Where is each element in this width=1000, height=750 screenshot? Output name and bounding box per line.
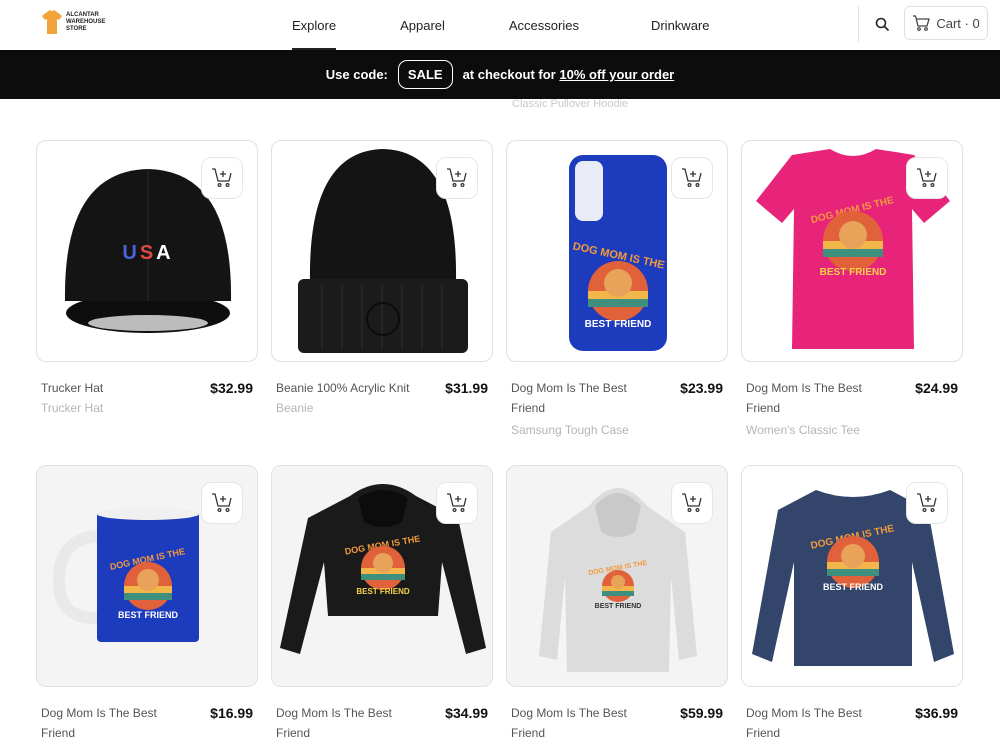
add-to-cart-button[interactable]: [436, 157, 478, 199]
product-title[interactable]: Dog Mom Is The Best Friend: [511, 378, 651, 418]
add-to-cart-icon: [212, 493, 232, 513]
nav-explore[interactable]: Explore: [270, 0, 358, 50]
add-to-cart-button[interactable]: [436, 482, 478, 524]
add-to-cart-icon: [917, 493, 937, 513]
store-logo[interactable]: ALCANTAR WAREHOUSE STORE: [42, 10, 106, 34]
design-text-bottom: BEST FRIEND: [356, 587, 410, 596]
main-nav: Explore Apparel Accessories Drinkware: [270, 0, 731, 50]
design-text-bottom: BEST FRIEND: [823, 582, 884, 592]
product-image[interactable]: DOG MOM IS THE BEST FRIEND: [741, 140, 963, 362]
product-image[interactable]: DOG MOM IS THE BEST FRIEND: [271, 465, 493, 687]
nav-apparel[interactable]: Apparel: [378, 0, 467, 50]
promo-code-badge[interactable]: SALE: [397, 60, 453, 89]
product-price: $59.99: [680, 705, 723, 721]
product-subtitle: Samsung Tough Case: [511, 423, 629, 437]
logo-text: ALCANTAR WAREHOUSE STORE: [66, 11, 106, 32]
add-to-cart-button[interactable]: [906, 157, 948, 199]
product-subtitle: Beanie: [276, 401, 314, 415]
product-title[interactable]: Dog Mom Is The Best Friend: [746, 378, 886, 418]
design-text-bottom: BEST FRIEND: [118, 610, 179, 620]
site-header: ALCANTAR WAREHOUSE STORE Explore Apparel…: [0, 0, 1000, 50]
design-text-bottom: BEST FRIEND: [820, 267, 887, 278]
product-price: $32.99: [210, 380, 253, 396]
product-image[interactable]: DOG MOM IS THE BEST FRIEND: [741, 465, 963, 687]
add-to-cart-button[interactable]: [671, 482, 713, 524]
product-price: $31.99: [445, 380, 488, 396]
product-title[interactable]: Beanie 100% Acrylic Knit: [276, 378, 416, 398]
design-text-bottom: BEST FRIEND: [585, 319, 652, 330]
add-to-cart-button[interactable]: [671, 157, 713, 199]
product-price: $16.99: [210, 705, 253, 721]
promo-prefix: Use code:: [325, 67, 388, 82]
design-text-bottom: BEST FRIEND: [595, 603, 642, 610]
cart-icon: [913, 15, 930, 31]
search-button[interactable]: [870, 12, 894, 36]
product-image[interactable]: DOG MOM IS THE BEST FRIEND: [506, 140, 728, 362]
product-subtitle: Trucker Hat: [41, 401, 104, 415]
product-image[interactable]: DOG MOM IS THE BEST FRIEND: [506, 465, 728, 687]
nav-drinkware[interactable]: Drinkware: [629, 0, 732, 50]
promo-offer-link[interactable]: 10% off your order: [559, 67, 674, 82]
cart-button[interactable]: Cart · 0: [904, 6, 988, 40]
add-to-cart-button[interactable]: [906, 482, 948, 524]
nav-accessories[interactable]: Accessories: [487, 0, 601, 50]
previous-row-subtitle: Classic Pullover Hoodie: [512, 98, 629, 110]
add-to-cart-icon: [682, 168, 702, 188]
product-image[interactable]: DOG MOM IS THE BEST FRIEND: [36, 465, 258, 687]
product-image[interactable]: USA: [36, 140, 258, 362]
product-title[interactable]: Trucker Hat: [41, 378, 181, 398]
usa-text: USA: [122, 242, 173, 264]
add-to-cart-icon: [212, 168, 232, 188]
add-to-cart-icon: [917, 168, 937, 188]
product-title[interactable]: Dog Mom Is The Best Friend: [276, 703, 416, 743]
shirt-logo-icon: [42, 10, 62, 34]
product-title[interactable]: Dog Mom Is The Best Friend: [511, 703, 651, 743]
product-subtitle: Women's Classic Tee: [746, 423, 860, 437]
add-to-cart-button[interactable]: [201, 157, 243, 199]
promo-banner: Use code: SALE at checkout for 10% off y…: [0, 50, 1000, 99]
product-price: $23.99: [680, 380, 723, 396]
product-price: $24.99: [915, 380, 958, 396]
add-to-cart-icon: [682, 493, 702, 513]
promo-middle: at checkout for: [462, 67, 556, 82]
header-divider: [858, 6, 859, 42]
add-to-cart-icon: [447, 493, 467, 513]
product-price: $36.99: [915, 705, 958, 721]
add-to-cart-icon: [447, 168, 467, 188]
add-to-cart-button[interactable]: [201, 482, 243, 524]
product-price: $34.99: [445, 705, 488, 721]
product-title[interactable]: Dog Mom Is The Best Friend: [41, 703, 181, 743]
product-title[interactable]: Dog Mom Is The Best Friend: [746, 703, 886, 743]
product-image[interactable]: [271, 140, 493, 362]
search-icon: [875, 17, 889, 31]
cart-label: Cart · 0: [936, 15, 980, 31]
